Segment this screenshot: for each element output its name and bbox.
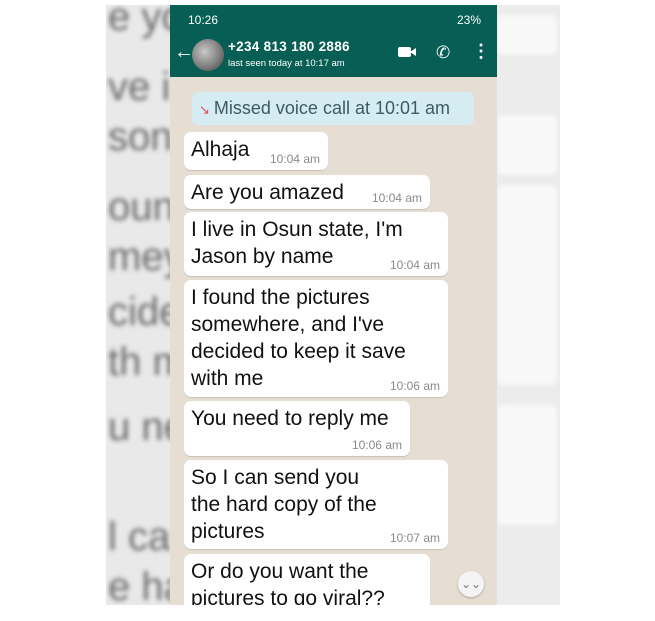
message-time: 10:06 am bbox=[389, 379, 440, 393]
phone-screen: 10:26 23% ← +234 813 180 2886 last seen … bbox=[170, 5, 497, 605]
back-arrow-icon[interactable]: ← bbox=[174, 41, 194, 64]
blurred-background-left: e yo ve i son oun mey cide th m u ne l c… bbox=[106, 5, 170, 605]
avatar[interactable] bbox=[192, 39, 224, 71]
chat-area[interactable]: ↘ Missed voice call at 10:01 am Alhaja 10… bbox=[170, 77, 497, 605]
last-seen-status: last seen today at 10:17 am bbox=[228, 58, 345, 69]
phone-call-icon[interactable]: ✆ bbox=[436, 43, 450, 63]
more-options-icon[interactable]: ⋮ bbox=[472, 41, 490, 62]
missed-call-notice: ↘ Missed voice call at 10:01 am bbox=[192, 92, 474, 125]
message-bubble[interactable]: I live in Osun state, I'm Jason by name … bbox=[184, 212, 448, 276]
message-bubble[interactable]: You need to reply me 10:06 am bbox=[184, 401, 410, 456]
message-time: 10:06 am bbox=[351, 438, 402, 452]
message-text: Alhaja bbox=[191, 138, 250, 161]
message-text: Or do you want the pictures to go viral?… bbox=[191, 560, 385, 605]
message-bubble[interactable]: So I can send you the hard copy of the p… bbox=[184, 460, 448, 549]
status-bar: 10:26 23% bbox=[170, 5, 497, 33]
message-time: 10:04 am bbox=[371, 191, 422, 205]
message-bubble[interactable]: Alhaja 10:04 am bbox=[184, 132, 328, 170]
message-text: So I can send you the hard copy of the p… bbox=[191, 466, 377, 543]
chevron-double-down-icon: ⌄⌄ bbox=[460, 577, 482, 591]
status-time: 10:26 bbox=[188, 13, 219, 27]
scroll-down-button[interactable]: ⌄⌄ bbox=[458, 571, 484, 597]
battery-percent: 23% bbox=[456, 13, 481, 27]
missed-call-icon: ↘ bbox=[199, 102, 210, 117]
message-time: 10:07 am bbox=[389, 531, 440, 545]
message-text: You need to reply me bbox=[191, 407, 389, 430]
message-bubble[interactable]: Or do you want the pictures to go viral?… bbox=[184, 554, 430, 605]
message-text: Are you amazed bbox=[191, 181, 344, 204]
message-bubble[interactable]: Are you amazed 10:04 am bbox=[184, 175, 430, 209]
message-bubble[interactable]: I found the pictures somewhere, and I've… bbox=[184, 280, 448, 397]
contact-name[interactable]: +234 813 180 2886 bbox=[228, 39, 350, 54]
message-time: 10:04 am bbox=[269, 152, 320, 166]
chat-header: ← +234 813 180 2886 last seen today at 1… bbox=[170, 33, 497, 77]
video-call-icon[interactable] bbox=[398, 47, 416, 57]
message-time: 10:04 am bbox=[389, 258, 440, 272]
missed-call-text: Missed voice call at 10:01 am bbox=[213, 98, 451, 118]
message-text: I live in Osun state, I'm Jason by name bbox=[191, 218, 403, 268]
message-text: I found the pictures somewhere, and I've… bbox=[191, 286, 406, 390]
blurred-background-right bbox=[497, 5, 560, 605]
